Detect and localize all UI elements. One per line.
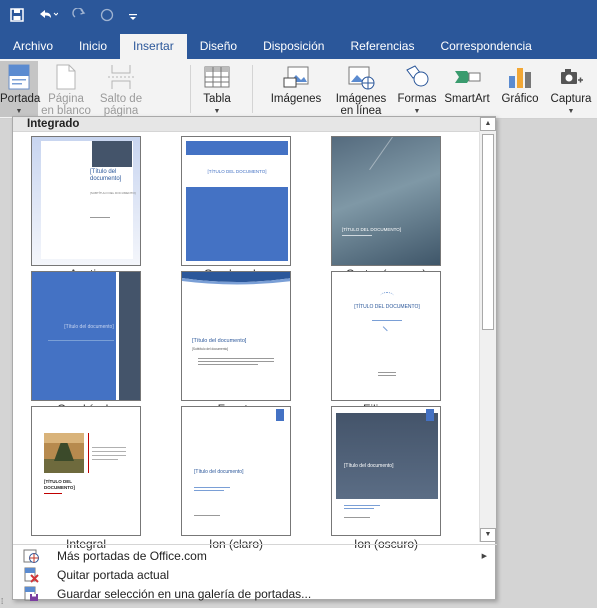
chart-icon bbox=[496, 61, 544, 93]
pictures-icon bbox=[266, 61, 326, 93]
cover-integral-preview: [TÍTULO DEL DOCUMENTO] bbox=[31, 406, 141, 536]
tab-inicio[interactable]: Inicio bbox=[66, 34, 120, 59]
imagenes-button[interactable]: Imágenes bbox=[266, 61, 326, 117]
tabla-button[interactable]: Tabla ▼ bbox=[198, 61, 236, 117]
menu-item-guardar-seleccion[interactable]: Guardar selección en una galería de port… bbox=[13, 584, 497, 603]
cover-ion-oscuro-title: [Título del documento] bbox=[344, 463, 394, 469]
pagina-en-blanco-label-1: Página bbox=[48, 93, 84, 105]
cover-integral-title: [TÍTULO DEL DOCUMENTO] bbox=[44, 479, 75, 490]
menu-separator bbox=[13, 544, 497, 545]
formas-label: Formas bbox=[397, 93, 437, 105]
cover-con-bandas-title: [TÍTULO DEL DOCUMENTO] bbox=[207, 169, 267, 174]
cover-austin-preview: [Título del documento] [SUBTÍTULO DEL DO… bbox=[31, 136, 141, 266]
formas-button[interactable]: Formas ▼ bbox=[396, 61, 438, 117]
scroll-thumb[interactable] bbox=[482, 134, 494, 330]
captura-label: Captura bbox=[550, 93, 592, 105]
cover-ion-claro-title: [Título del documento] bbox=[194, 469, 244, 475]
cover-austin-subtitle: [SUBTÍTULO DEL DOCUMENTO] bbox=[90, 191, 136, 195]
save-icon[interactable] bbox=[10, 8, 24, 26]
cover-faceta-title: [Título del documento] bbox=[192, 338, 247, 344]
chevron-right-icon: ▶ bbox=[481, 552, 487, 560]
smartart-button[interactable]: SmartArt bbox=[440, 61, 494, 117]
salto-de-pagina-label-1: Salto de bbox=[99, 93, 143, 105]
pagina-en-blanco-button[interactable]: Página en blanco bbox=[40, 61, 92, 117]
cover-page-gallery: Integrado ▲ ▼ [Título del documento] [SU… bbox=[12, 116, 497, 603]
salto-de-pagina-button[interactable]: Salto de página bbox=[94, 61, 148, 117]
menu-item-mas-portadas[interactable]: Más portadas de Office.com ▶ bbox=[13, 546, 497, 565]
cover-cuadricula-preview: [Título del documento] bbox=[31, 271, 141, 401]
undo-icon[interactable] bbox=[38, 8, 59, 26]
gallery-menu: Más portadas de Office.com ▶ Quitar port… bbox=[13, 543, 497, 603]
quick-access-toolbar bbox=[0, 0, 597, 34]
ribbon-separator bbox=[190, 65, 191, 113]
portada-label: Portada bbox=[0, 93, 41, 105]
scroll-up-button[interactable]: ▲ bbox=[480, 117, 496, 131]
cover-faceta-subtitle: [Subtítulo del documento] bbox=[192, 347, 229, 351]
gallery-scrollbar[interactable]: ▲ ▼ bbox=[479, 117, 496, 542]
tab-correspondencia[interactable]: Correspondencia bbox=[427, 34, 544, 59]
scroll-down-button[interactable]: ▼ bbox=[480, 528, 496, 542]
imagenes-en-linea-label-1: Imágenes bbox=[335, 93, 387, 105]
table-icon bbox=[198, 61, 236, 93]
smartart-icon bbox=[440, 61, 494, 93]
smartart-label: SmartArt bbox=[444, 93, 490, 105]
tabla-label: Tabla bbox=[203, 93, 231, 105]
grafico-button[interactable]: Gráfico bbox=[496, 61, 544, 117]
menu-item-quitar-portada[interactable]: Quitar portada actual bbox=[13, 565, 497, 584]
tab-archivo[interactable]: Archivo bbox=[0, 34, 66, 59]
cover-faceta-preview: [Título del documento] [Subtítulo del do… bbox=[181, 271, 291, 401]
photo-image bbox=[44, 433, 84, 473]
tab-diseno[interactable]: Diseño bbox=[187, 34, 250, 59]
blank-page-icon bbox=[40, 61, 92, 93]
menu-item-mas-portadas-label: Más portadas de Office.com bbox=[57, 548, 207, 563]
screenshot-icon bbox=[545, 61, 597, 93]
cover-cortar-oscuro-preview: [TÍTULO DEL DOCUMENTO] bbox=[331, 136, 441, 266]
cover-page-icon bbox=[0, 61, 38, 93]
tab-disposicion[interactable]: Disposición bbox=[250, 34, 337, 59]
ribbon-tabs: Archivo Inicio Insertar Diseño Disposici… bbox=[0, 34, 597, 59]
office-online-icon bbox=[23, 548, 39, 564]
gallery-header: Integrado bbox=[13, 117, 483, 132]
remove-cover-icon bbox=[23, 567, 39, 583]
save-to-gallery-icon bbox=[23, 586, 39, 602]
document-left-margin: ⁞ bbox=[0, 119, 12, 608]
touch-mode-icon[interactable] bbox=[100, 8, 114, 26]
menu-item-quitar-portada-label: Quitar portada actual bbox=[57, 567, 170, 582]
imagenes-label: Imágenes bbox=[270, 93, 322, 105]
cover-filigrana-title: [TÍTULO DEL DOCUMENTO] bbox=[354, 304, 420, 310]
cover-austin-title: [Título del documento] bbox=[90, 169, 122, 182]
margin-marker: ⁞ bbox=[1, 597, 4, 606]
cover-cortar-oscuro-title: [TÍTULO DEL DOCUMENTO] bbox=[342, 227, 402, 232]
menu-item-guardar-seleccion-label: Guardar selección en una galería de port… bbox=[57, 586, 312, 601]
cover-filigrana-preview: [TÍTULO DEL DOCUMENTO] bbox=[331, 271, 441, 401]
cover-cuadricula-title: [Título del documento] bbox=[64, 324, 114, 330]
cover-ion-oscuro-preview: [Título del documento] bbox=[331, 406, 441, 536]
cover-ion-claro-preview: [Título del documento] bbox=[181, 406, 291, 536]
chevron-down-icon: ▼ bbox=[567, 108, 575, 115]
tab-referencias[interactable]: Referencias bbox=[337, 34, 427, 59]
online-pictures-icon bbox=[327, 61, 395, 93]
tab-insertar[interactable]: Insertar bbox=[120, 34, 187, 59]
cover-con-bandas-preview: [TÍTULO DEL DOCUMENTO] bbox=[181, 136, 291, 266]
captura-button[interactable]: Captura ▼ bbox=[545, 61, 597, 117]
redo-icon[interactable] bbox=[72, 7, 86, 26]
grafico-label: Gráfico bbox=[501, 93, 539, 105]
ribbon-separator bbox=[252, 65, 253, 113]
shapes-icon bbox=[396, 61, 438, 93]
portada-button[interactable]: Portada ▼ bbox=[0, 61, 41, 117]
imagenes-en-linea-button[interactable]: Imágenes en línea bbox=[327, 61, 395, 117]
ribbon-insertar: Portada ▼ Página en blanco Salto de pági… bbox=[0, 59, 597, 119]
page-break-icon bbox=[94, 61, 148, 93]
customize-icon[interactable] bbox=[128, 9, 138, 26]
